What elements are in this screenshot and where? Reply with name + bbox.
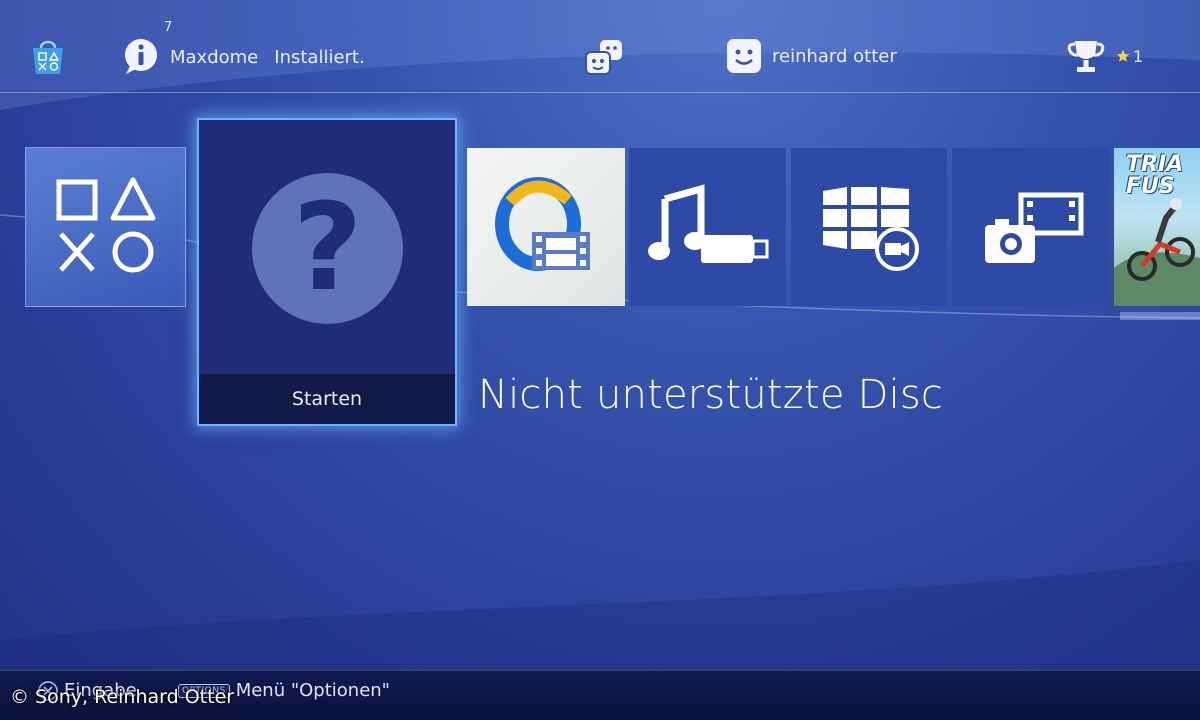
options-label: Menü "Optionen" [235,680,390,701]
friends-icon [585,40,622,75]
tile-music-player[interactable] [629,148,786,306]
tile-media-icon-wrap [952,148,1109,306]
camera-film-icon [984,192,1083,263]
tile-playstation-symbols[interactable] [25,147,186,307]
tile-media-player[interactable] [952,148,1109,306]
username: reinhard otter [772,45,897,67]
playstation-store-button[interactable] [30,36,66,76]
start-button[interactable]: Starten [199,374,455,424]
store-bag-icon [33,40,63,74]
trophy-level-value: 1 [1133,46,1144,66]
tile-reflection [1120,312,1200,320]
video-unlimited-icon [495,177,590,271]
question-mark-icon: ? [252,173,403,324]
notifications-button[interactable]: Maxdome Installiert. [122,38,365,76]
top-function-bar: 7 Maxdome Installiert. reinhard otter 1 [0,0,1200,95]
copyright-watermark: © Sony, Reinhard Otter [10,686,235,708]
tile-music-icon-wrap [629,148,786,306]
friends-button[interactable] [584,38,626,76]
selected-content-title: Nicht unterstützte Disc [478,372,944,418]
info-bubble-icon [125,39,157,74]
trophy-level: 1 [1116,47,1143,66]
ps4-home-screen: 7 Maxdome Installiert. reinhard otter 1 … [0,0,1200,720]
notification-app-name: Maxdome [170,46,259,68]
tile-video-unlimited[interactable] [467,148,625,306]
background-wave [0,0,1200,720]
trophy-icon [1067,41,1105,72]
tile-ps-icon-wrap [26,148,185,306]
star-icon [1116,49,1130,62]
tile-game-trials-fusion[interactable]: TRIA FUS [1114,148,1200,306]
topbar-divider [0,92,1200,93]
notification-count: 7 [164,20,173,35]
playstation-shapes-icon [56,177,155,273]
notification-status: Installiert. [274,46,365,68]
tv-grid-icon [823,187,919,271]
tile-unsupported-disc[interactable]: ? Starten [197,118,457,426]
tile-tv-icon-wrap [791,148,947,306]
trophies-button[interactable]: 1 [1066,38,1143,74]
avatar-face-icon [727,39,761,73]
profile-button[interactable]: reinhard otter [726,38,897,74]
start-label: Starten [291,388,363,410]
tile-video-icon-wrap [467,148,625,306]
game-art-rider-icon [1114,198,1200,306]
music-usb-icon [647,184,768,263]
tile-tv-video[interactable] [791,148,947,306]
